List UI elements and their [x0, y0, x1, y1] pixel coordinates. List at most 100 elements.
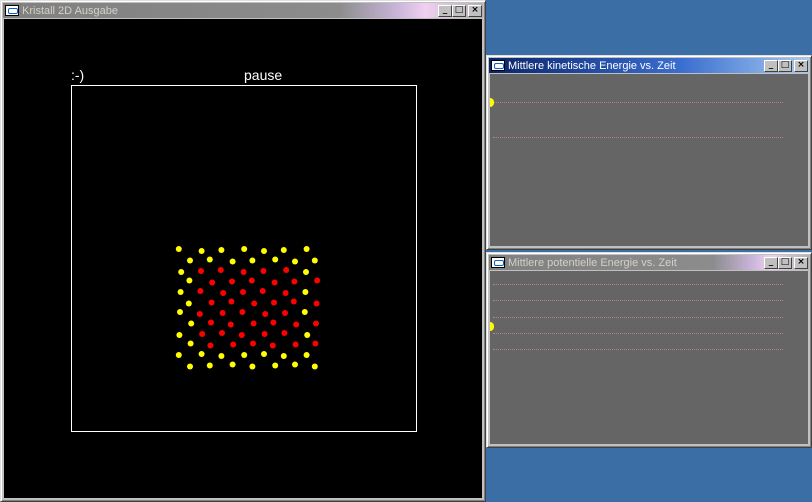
energy-marker	[490, 98, 494, 107]
plot-gridline	[493, 349, 783, 350]
kinetic-plot-area[interactable]	[490, 74, 808, 246]
particle	[304, 332, 311, 338]
maximize-button[interactable]: □	[452, 4, 466, 17]
particle	[219, 310, 226, 316]
plot-gridline	[493, 137, 783, 138]
particle	[313, 300, 320, 307]
particle	[198, 351, 205, 357]
particle	[261, 248, 267, 254]
plot-gridline	[493, 300, 783, 301]
particle	[282, 310, 288, 316]
particle	[188, 320, 195, 327]
particle	[218, 353, 225, 359]
particle	[271, 279, 278, 286]
kinetic-energy-window: Mittlere kinetische Energie vs. Zeit _ □…	[486, 55, 812, 250]
minimize-button[interactable]: _	[764, 59, 778, 72]
particle	[251, 300, 258, 307]
potential-plot-area[interactable]	[490, 271, 808, 444]
particle	[199, 331, 206, 337]
particle	[207, 342, 214, 349]
particle	[230, 341, 237, 348]
particle	[186, 277, 193, 284]
particle	[178, 269, 185, 275]
particle	[229, 278, 235, 285]
particle	[229, 258, 236, 265]
particle	[239, 309, 246, 315]
particle	[218, 247, 225, 253]
particle	[303, 246, 310, 252]
particle	[250, 340, 256, 347]
maximize-button[interactable]: □	[778, 59, 792, 72]
main-window-title: Kristall 2D Ausgabe	[22, 4, 118, 17]
particle	[293, 321, 300, 328]
main-window: Kristall 2D Ausgabe _ □ × :-) pause	[0, 0, 486, 502]
particle	[206, 362, 213, 369]
particle	[303, 352, 310, 358]
close-button[interactable]: ×	[794, 256, 808, 269]
particle-lattice	[175, 246, 321, 370]
particle	[240, 269, 247, 275]
potential-titlebar[interactable]: Mittlere potentielle Energie vs. Zeit _ …	[489, 255, 809, 270]
particle	[271, 299, 277, 306]
particle	[280, 353, 287, 359]
kinetic-titlebar[interactable]: Mittlere kinetische Energie vs. Zeit _ □…	[489, 58, 809, 73]
particle	[220, 290, 227, 296]
particle	[198, 268, 204, 274]
particle	[282, 290, 289, 296]
particle	[229, 361, 236, 368]
particle	[249, 363, 256, 370]
particle	[259, 288, 266, 294]
particle	[281, 330, 288, 336]
particle	[311, 257, 318, 264]
particle	[302, 289, 309, 295]
particle	[227, 321, 234, 328]
particle	[250, 320, 257, 327]
smiley-label: :-)	[71, 67, 85, 83]
particle	[291, 278, 298, 285]
particle	[187, 257, 193, 264]
particle	[209, 279, 216, 286]
maximize-button[interactable]: □	[778, 256, 792, 269]
particle	[228, 298, 235, 305]
app-icon[interactable]	[491, 257, 505, 268]
particle	[187, 340, 194, 347]
kinetic-window-title: Mittlere kinetische Energie vs. Zeit	[508, 59, 676, 72]
particle	[272, 362, 279, 369]
particle	[208, 319, 214, 326]
close-button[interactable]: ×	[468, 4, 482, 17]
energy-marker	[490, 322, 494, 331]
particle	[175, 352, 182, 358]
particle	[292, 361, 298, 368]
particle	[290, 298, 297, 305]
particle	[303, 269, 309, 275]
particle	[217, 267, 224, 273]
potential-window-title: Mittlere potentielle Energie vs. Zeit	[508, 256, 677, 269]
particle	[269, 342, 276, 349]
particle	[280, 247, 287, 253]
close-button[interactable]: ×	[794, 59, 808, 72]
potential-energy-window: Mittlere potentielle Energie vs. Zeit _ …	[486, 252, 812, 448]
particle	[248, 277, 255, 284]
minimize-button[interactable]: _	[764, 256, 778, 269]
particle	[261, 351, 267, 357]
minimize-button[interactable]: _	[438, 4, 452, 17]
particle	[312, 340, 319, 347]
particle	[249, 257, 256, 264]
main-titlebar[interactable]: Kristall 2D Ausgabe _ □ ×	[3, 3, 483, 18]
particle	[187, 363, 193, 370]
plot-gridline	[493, 102, 783, 103]
particle	[176, 332, 183, 338]
particle	[177, 309, 183, 315]
particle	[175, 246, 182, 252]
app-icon[interactable]	[491, 60, 505, 71]
particle	[206, 256, 213, 263]
particle	[292, 341, 299, 348]
particle	[283, 267, 290, 273]
simulation-canvas[interactable]: :-) pause	[4, 19, 482, 498]
plot-gridline	[493, 317, 783, 318]
particle	[219, 330, 225, 336]
app-icon[interactable]	[5, 5, 19, 16]
particle	[197, 288, 204, 294]
particle	[198, 248, 205, 254]
particle	[270, 319, 277, 326]
